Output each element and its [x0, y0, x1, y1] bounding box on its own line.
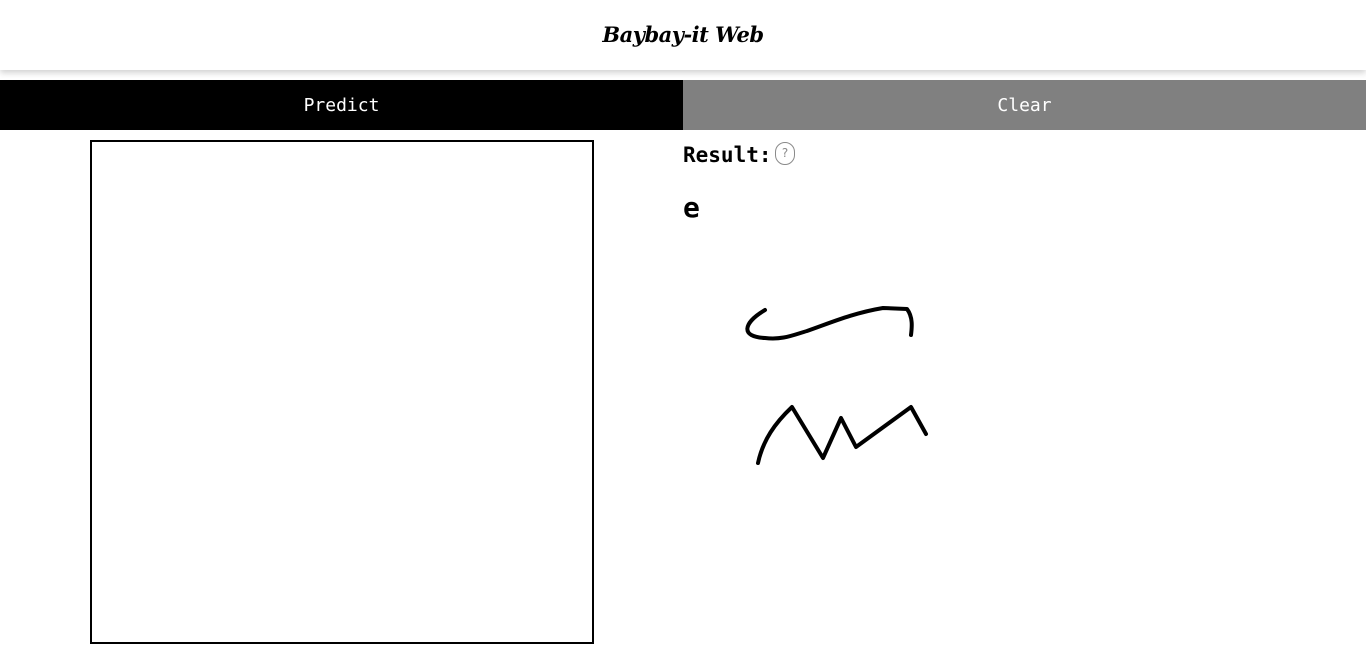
- app-header: Baybay-it Web: [0, 0, 1366, 70]
- drawing-canvas[interactable]: [90, 140, 594, 644]
- result-value: e: [683, 191, 700, 224]
- clear-button[interactable]: Clear: [683, 80, 1366, 130]
- glyph-top-stroke: [745, 306, 914, 341]
- predict-button[interactable]: Predict: [0, 80, 683, 130]
- baybayin-glyph-image: [745, 306, 928, 465]
- app-title: Baybay-it Web: [602, 22, 764, 47]
- glyph-bottom-stroke: [756, 405, 928, 465]
- help-icon[interactable]: ?: [775, 142, 795, 165]
- result-label: Result:: [683, 143, 772, 167]
